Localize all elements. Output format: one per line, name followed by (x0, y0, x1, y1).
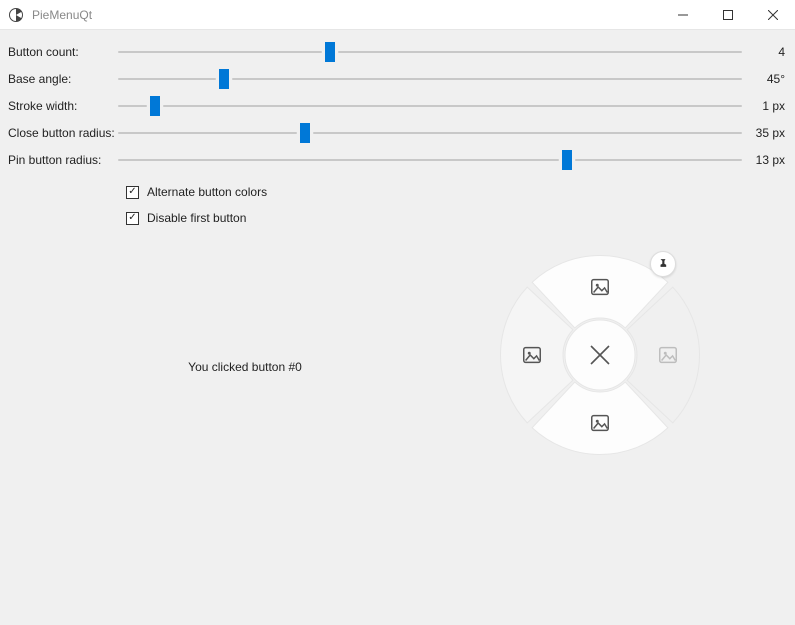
slider-row: Base angle: 45° (8, 65, 787, 92)
slider-thumb[interactable] (562, 150, 572, 170)
window-title: PieMenuQt (32, 8, 92, 22)
slider[interactable] (118, 69, 742, 89)
maximize-button[interactable] (705, 0, 750, 30)
slider-value: 35 px (742, 126, 787, 140)
slider-value: 45° (742, 72, 787, 86)
slider-label: Stroke width: (8, 99, 118, 113)
slider[interactable] (118, 96, 742, 116)
slider-thumb[interactable] (325, 42, 335, 62)
image-icon (657, 344, 679, 366)
minimize-button[interactable] (660, 0, 705, 30)
image-icon (589, 276, 611, 298)
slider-label: Base angle: (8, 72, 118, 86)
slider-row: Pin button radius: 13 px (8, 146, 787, 173)
window-buttons (660, 0, 795, 30)
preview-stage: You clicked button #0 (0, 225, 795, 625)
slider-value: 1 px (742, 99, 787, 113)
slider[interactable] (118, 42, 742, 62)
slider-label: Button count: (8, 45, 118, 59)
status-text: You clicked button #0 (0, 360, 490, 374)
close-button[interactable] (750, 0, 795, 30)
slider-thumb[interactable] (300, 123, 310, 143)
app-icon (8, 7, 24, 23)
slider-thumb[interactable] (219, 69, 229, 89)
slider-thumb[interactable] (150, 96, 160, 116)
slider-row: Button count: 4 (8, 38, 787, 65)
slider-row: Stroke width: 1 px (8, 92, 787, 119)
slider-label: Pin button radius: (8, 153, 118, 167)
slider-value: 13 px (742, 153, 787, 167)
image-icon (589, 412, 611, 434)
checkbox[interactable]: ✓ (126, 186, 139, 199)
slider[interactable] (118, 123, 742, 143)
slider-label: Close button radius: (8, 126, 118, 140)
slider-value: 4 (742, 45, 787, 59)
controls-panel: Button count: 4 Base angle: 45° Stroke width… (0, 30, 795, 231)
checkbox[interactable]: ✓ (126, 212, 139, 225)
titlebar: PieMenuQt (0, 0, 795, 30)
slider-row: Close button radius: 35 px (8, 119, 787, 146)
image-icon (521, 344, 543, 366)
checkbox-label: Alternate button colors (147, 185, 267, 199)
pin-icon (657, 257, 669, 272)
checkbox-row[interactable]: ✓ Alternate button colors (126, 179, 787, 205)
checkbox-label: Disable first button (147, 211, 246, 225)
slider[interactable] (118, 150, 742, 170)
pie-menu (500, 255, 700, 455)
